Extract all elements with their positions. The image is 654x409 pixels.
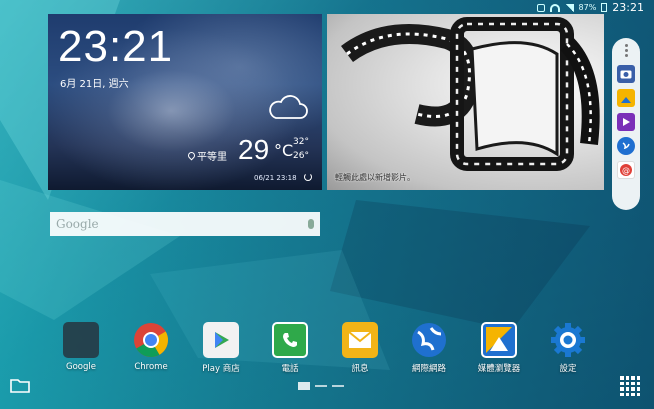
- messages-icon: [342, 322, 378, 358]
- wifi-icon: [549, 3, 560, 12]
- weather-location[interactable]: 平等里: [186, 148, 227, 163]
- app-messages[interactable]: 訊息: [330, 322, 390, 374]
- home-screen: 87% 23:21 23:21 6月 21日, 週六 平等里 29 °C 32°…: [0, 0, 654, 409]
- location-name: 平等里: [197, 152, 227, 163]
- weather-clock-widget[interactable]: 23:21 6月 21日, 週六 平等里 29 °C 32° 26° 06/21…: [48, 14, 322, 190]
- film-reel-icon: [341, 17, 600, 171]
- status-clock: 23:21: [612, 1, 644, 14]
- video-widget-caption: 輕觸此處以新增影片。: [335, 173, 415, 182]
- more-icon[interactable]: [624, 44, 628, 57]
- app-play-store[interactable]: Play 商店: [191, 322, 251, 374]
- folder-icon[interactable]: [10, 377, 30, 393]
- page-dot: [332, 385, 344, 387]
- app-label: 媒體瀏覽器: [477, 364, 521, 374]
- apps-drawer-icon[interactable]: [620, 376, 640, 396]
- google-search-bar[interactable]: Google: [50, 212, 320, 236]
- gallery-icon: [481, 322, 517, 358]
- battery-icon: [601, 3, 608, 12]
- temperature-high: 32°: [293, 137, 309, 147]
- temperature-low: 26°: [293, 151, 309, 161]
- current-temperature: 29: [238, 134, 270, 165]
- google-folder-icon: [63, 322, 99, 358]
- notification-icon: [536, 3, 545, 12]
- app-phone[interactable]: 電話: [260, 322, 320, 374]
- app-internet[interactable]: 網際網路: [399, 322, 459, 374]
- widget-time: 23:21: [58, 22, 174, 71]
- signal-icon: [564, 3, 574, 12]
- video-widget[interactable]: 輕觸此處以新增影片。: [327, 14, 604, 190]
- app-label: 設定: [559, 364, 577, 374]
- app-google-folder[interactable]: Google: [51, 322, 111, 372]
- app-label: Google: [66, 362, 96, 372]
- refresh-icon[interactable]: [304, 173, 312, 181]
- widget-date: 6月 21日, 週六: [60, 79, 129, 90]
- search-placeholder: Google: [56, 217, 99, 231]
- email-icon[interactable]: @: [617, 161, 635, 179]
- settings-icon: [550, 322, 586, 358]
- app-chrome[interactable]: Chrome: [121, 322, 181, 372]
- temperature-unit: °C: [274, 141, 294, 160]
- app-gallery[interactable]: 媒體瀏覽器: [469, 322, 529, 374]
- chrome-icon: [133, 322, 169, 358]
- home-page-indicator-icon: [298, 382, 310, 390]
- phone-icon: [272, 322, 308, 358]
- app-label: 電話: [281, 364, 299, 374]
- video-icon[interactable]: [617, 113, 635, 131]
- wallpaper-facet: [330, 200, 590, 330]
- battery-percent: 87%: [578, 3, 597, 12]
- app-settings[interactable]: 設定: [538, 322, 598, 374]
- page-dot: [315, 385, 327, 387]
- app-label: Chrome: [134, 362, 168, 372]
- page-indicator[interactable]: [298, 382, 344, 390]
- gallery-icon[interactable]: [617, 89, 635, 107]
- internet-icon: [411, 322, 447, 358]
- app-label: 訊息: [351, 364, 369, 374]
- temperature-high-low: 32° 26°: [293, 135, 309, 163]
- weather-updated-time: 06/21 23:18: [254, 174, 297, 182]
- play-store-icon: [203, 322, 239, 358]
- app-label: Play 商店: [202, 364, 240, 374]
- app-label: 網際網路: [411, 364, 446, 374]
- cloud-icon: [269, 95, 308, 119]
- side-app-panel[interactable]: @: [612, 38, 640, 210]
- wallpaper-facet: [0, 180, 180, 320]
- camera-icon[interactable]: [617, 65, 635, 83]
- svg-text:@: @: [622, 166, 630, 175]
- internet-icon[interactable]: [617, 137, 635, 155]
- microphone-icon[interactable]: [308, 219, 314, 229]
- status-bar[interactable]: 87% 23:21: [0, 0, 654, 14]
- location-pin-icon: [186, 150, 197, 161]
